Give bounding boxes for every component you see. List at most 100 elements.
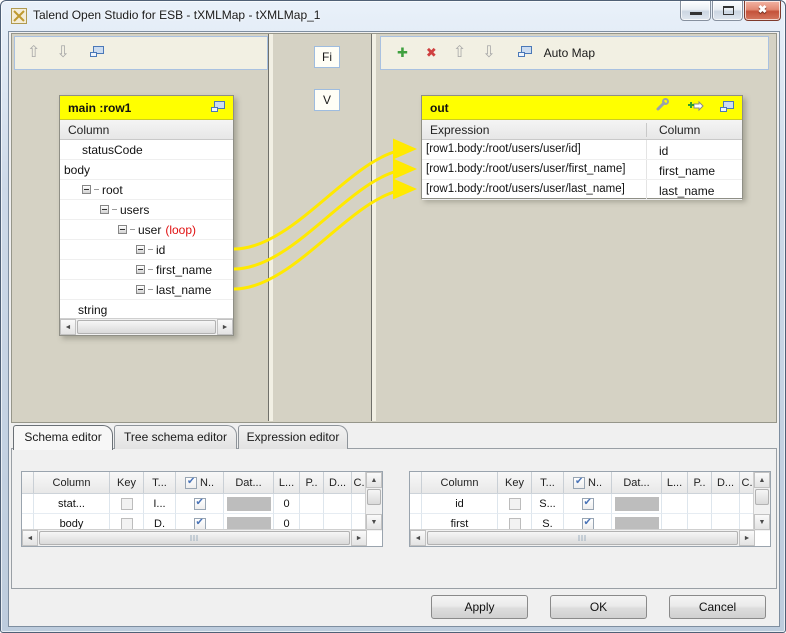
schema-row[interactable]: id S... [410,494,770,514]
tree-expander-icon[interactable] [100,205,109,214]
tree-node-body[interactable]: body [60,160,233,180]
horizontal-scrollbar[interactable]: ◄ ► [60,318,233,335]
window-restore-icon [211,101,225,112]
add-column-button[interactable] [688,99,704,117]
schema-row[interactable]: stat... I... 0 [22,494,382,514]
length-cell[interactable]: 0 [274,494,300,514]
minimize-table-button[interactable] [211,99,225,117]
var-button[interactable]: V [314,89,340,111]
scrollbar-thumb[interactable] [39,531,350,545]
scroll-right-icon[interactable]: ► [739,530,755,546]
horizontal-scrollbar[interactable]: ◄ ► [22,529,367,546]
tree-node-string[interactable]: string [60,300,233,320]
expression-cell[interactable]: [row1.body:/root/users/user/id] [422,140,647,159]
close-button[interactable]: ✖ [744,1,781,21]
nullable-checkbox[interactable] [582,498,594,510]
tree-node-users[interactable]: users [60,200,233,220]
tree-node-last-name[interactable]: last_name [60,280,233,300]
expression-cell[interactable]: [row1.body:/root/users/user/first_name] [422,160,647,179]
scroll-right-icon[interactable]: ► [217,319,233,335]
horizontal-scrollbar[interactable]: ◄ ► [410,529,755,546]
key-checkbox[interactable] [121,498,133,510]
auto-map-button[interactable]: Auto Map [544,46,595,60]
scroll-left-icon[interactable]: ◄ [22,530,38,546]
add-output-button[interactable]: ✚ [397,44,408,62]
column-name-cell[interactable]: id [422,494,498,514]
expression-column-header: Expression [422,123,647,137]
tree-expander-icon[interactable] [136,265,145,274]
column-column-header: Column [647,123,742,137]
tree-node-id[interactable]: id [60,240,233,260]
nullable-checkbox[interactable] [582,518,594,530]
ok-button[interactable]: OK [550,595,647,619]
scroll-down-icon[interactable]: ▼ [366,514,382,530]
key-checkbox[interactable] [509,518,521,530]
column-cell[interactable]: id [647,140,742,159]
output-row[interactable]: [row1.body:/root/users/user/last_name] l… [422,180,742,200]
output-row[interactable]: [row1.body:/root/users/user/first_name] … [422,160,742,180]
vertical-scrollbar[interactable]: ▲ ▼ [365,472,382,531]
column-cell[interactable]: first_name [647,160,742,179]
maximize-icon [723,6,734,15]
type-cell[interactable]: S... [532,494,564,514]
nullable-all-checkbox[interactable] [573,477,585,489]
scrollbar-thumb[interactable] [77,320,216,334]
vertical-scrollbar[interactable]: ▲ ▼ [753,472,770,531]
scroll-up-icon[interactable]: ▲ [754,472,770,488]
move-down-button[interactable]: ⇩ [56,44,69,62]
tree-node-user[interactable]: user(loop) [60,220,233,240]
tree-node-root[interactable]: root [60,180,233,200]
tab-tree-schema-editor[interactable]: Tree schema editor [114,425,237,449]
move-down-button[interactable]: ⇩ [482,44,495,62]
scroll-up-icon[interactable]: ▲ [366,472,382,488]
scroll-left-icon[interactable]: ◄ [60,319,76,335]
tree-expander-icon[interactable] [82,185,91,194]
scroll-right-icon[interactable]: ► [351,530,367,546]
minimize-button[interactable] [680,1,711,21]
tab-expression-editor[interactable]: Expression editor [238,425,348,449]
type-cell[interactable]: I... [144,494,176,514]
set-loop-function-button[interactable] [655,98,670,117]
tab-schema-editor[interactable]: Schema editor [13,425,113,450]
expression-cell[interactable]: [row1.body:/root/users/user/last_name] [422,180,647,199]
key-checkbox[interactable] [509,498,521,510]
sash-highlight [269,34,273,421]
tree-expander-icon[interactable] [118,225,127,234]
column-cell[interactable]: last_name [647,180,742,199]
minimize-table-button[interactable] [720,99,734,117]
filter-button[interactable]: Fi [314,46,340,68]
cancel-button[interactable]: Cancel [669,595,766,619]
tree-node-statuscode[interactable]: statusCode [60,140,233,160]
length-cell[interactable] [662,494,688,514]
nullable-checkbox[interactable] [194,498,206,510]
output-row[interactable]: [row1.body:/root/users/user/id] id [422,140,742,160]
output-table-title: out [430,101,449,115]
nullable-all-checkbox[interactable] [185,477,197,489]
tree-expander-icon[interactable] [136,285,145,294]
input-column-header: Column [60,120,233,140]
tree-expander-icon[interactable] [136,245,145,254]
scrollbar-thumb[interactable] [427,531,738,545]
remove-output-button[interactable]: ✖ [426,44,437,62]
output-columns-header: Expression Column [422,120,742,140]
minimize-panel-button[interactable] [518,44,532,62]
move-up-button[interactable]: ⇧ [453,44,466,62]
minimize-panel-button[interactable] [90,44,104,62]
move-up-icon: ⇧ [27,44,40,61]
maximize-button[interactable] [712,1,743,21]
remove-icon: ✖ [426,45,437,60]
move-up-button[interactable]: ⇧ [27,44,40,62]
tree-node-first-name[interactable]: first_name [60,260,233,280]
scroll-left-icon[interactable]: ◄ [410,530,426,546]
apply-button[interactable]: Apply [431,595,528,619]
title-bar[interactable]: Talend Open Studio for ESB - tXMLMap - t… [1,1,785,31]
nullable-checkbox[interactable] [194,518,206,530]
key-checkbox[interactable] [121,518,133,530]
move-up-icon: ⇧ [453,44,466,61]
scroll-down-icon[interactable]: ▼ [754,514,770,530]
column-name-cell[interactable]: stat... [34,494,110,514]
scrollbar-thumb[interactable] [367,489,381,505]
date-pattern-cell [615,497,659,511]
output-table: out Expression Column [row1.body:/root/u… [421,95,743,199]
scrollbar-thumb[interactable] [755,489,769,505]
